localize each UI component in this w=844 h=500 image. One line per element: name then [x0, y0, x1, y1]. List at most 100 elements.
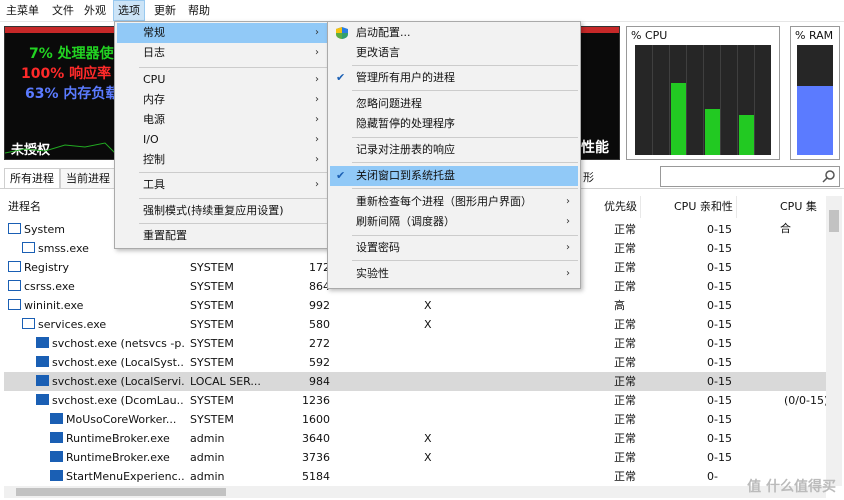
- table-row[interactable]: svchost.exe (LocalSyst... SYSTEM 592 正常 0-15: [4, 353, 826, 372]
- cell-set: [784, 410, 826, 429]
- menu-help[interactable]: 帮助: [184, 0, 214, 21]
- cell-user: SYSTEM: [190, 318, 234, 331]
- menu-item-log-registry[interactable]: 记录对注册表的响应: [330, 140, 578, 160]
- table-row[interactable]: RuntimeBroker.exe admin 3640 X 正常 0-15: [4, 429, 826, 448]
- menu-main[interactable]: 主菜单: [2, 0, 43, 21]
- cell-affinity: 0-15: [707, 261, 732, 274]
- menu-bar: 主菜单 文件 外观 选项 更新 帮助: [0, 0, 844, 22]
- cell-affinity: 0-15: [707, 337, 732, 350]
- menu-item-close-to-tray[interactable]: ✔ 关闭窗口到系统托盘: [330, 166, 578, 186]
- process-icon: [36, 394, 49, 405]
- search-input[interactable]: [660, 166, 840, 187]
- menu-item-recheck-gui[interactable]: 重新检查每个进程（图形用户界面） ›: [330, 192, 578, 212]
- process-name-cell: svchost.exe (LocalSyst...: [36, 353, 184, 372]
- menu-item-force-mode[interactable]: 强制模式(持续重复应用设置): [117, 201, 327, 221]
- process-name: wininit.exe: [24, 299, 84, 312]
- menu-item-manage-all-users[interactable]: ✔ 管理所有用户的进程: [330, 68, 578, 88]
- col-cpu-set[interactable]: CPU 集合: [780, 196, 826, 235]
- cell-c4: [424, 334, 444, 353]
- menu-options[interactable]: 选项: [113, 0, 145, 21]
- table-row[interactable]: StartMenuExperienc... admin 5184 正常 0-: [4, 467, 826, 486]
- menu-separator: [352, 235, 578, 236]
- menu-item-power[interactable]: 电源 ›: [117, 110, 327, 130]
- table-row[interactable]: RuntimeBroker.exe admin 3736 X 正常 0-15: [4, 448, 826, 467]
- menu-item-io[interactable]: I/O ›: [117, 130, 327, 150]
- cell-pid: 3640: [302, 432, 330, 445]
- menu-item-experimental[interactable]: 实验性 ›: [330, 264, 578, 284]
- cell-priority: 高: [614, 299, 625, 312]
- menu-item-cpu[interactable]: CPU ›: [117, 70, 327, 90]
- table-row[interactable]: svchost.exe (DcomLau... SYSTEM 1236 正常 0-15 (…: [4, 391, 826, 410]
- process-icon: [8, 223, 21, 234]
- menu-item-reset-config[interactable]: 重置配置: [117, 226, 327, 246]
- table-row[interactable]: svchost.exe (netsvcs -p... SYSTEM 272 正常 0-1…: [4, 334, 826, 353]
- cpu-usage-text: 7% 处理器使: [29, 46, 114, 62]
- hscroll-thumb[interactable]: [16, 488, 226, 496]
- menu-separator: [139, 198, 327, 199]
- cpu-bar: [705, 109, 720, 155]
- cell-affinity: 0-15: [707, 242, 732, 255]
- scroll-thumb[interactable]: [829, 210, 839, 232]
- vertical-scrollbar[interactable]: [826, 196, 842, 486]
- process-name: csrss.exe: [24, 280, 75, 293]
- menu-separator: [139, 172, 327, 173]
- process-icon: [50, 413, 63, 424]
- tab-all-processes[interactable]: 所有进程: [4, 168, 60, 188]
- cell-pid: 992: [309, 299, 330, 312]
- col-priority[interactable]: 优先级: [604, 196, 641, 218]
- menu-item-change-language[interactable]: 更改语言: [330, 43, 578, 63]
- cell-priority: 正常: [614, 432, 636, 445]
- cell-pid: 984: [309, 375, 330, 388]
- process-name: RuntimeBroker.exe: [66, 432, 170, 445]
- cell-affinity: 0-: [707, 470, 718, 483]
- menu-item-tools[interactable]: 工具 ›: [117, 175, 327, 195]
- menu-item-refresh-interval[interactable]: 刷新间隔（调度器） ›: [330, 212, 578, 232]
- ram-graph: % RAM: [790, 26, 840, 160]
- process-name: services.exe: [38, 318, 107, 331]
- options-menu: 常规 › 日志 › CPU › 内存 › 电源 › I/O › 控制 › 工具 › 强制模式(持…: [114, 21, 330, 249]
- process-name: svchost.exe (netsvcs -p...: [52, 337, 184, 350]
- horizontal-scrollbar[interactable]: [4, 486, 826, 498]
- tab-current-processes[interactable]: 当前进程: [60, 168, 116, 188]
- process-name-cell: StartMenuExperienc...: [50, 467, 184, 486]
- menu-item-hide-suspended[interactable]: 隐藏暂停的处理程序: [330, 114, 578, 134]
- cell-priority: 正常: [614, 337, 636, 350]
- cell-user: admin: [190, 451, 225, 464]
- menu-item-control[interactable]: 控制 ›: [117, 150, 327, 170]
- cell-c4: X: [424, 299, 432, 312]
- menu-item-ignore-problem[interactable]: 忽略问题进程: [330, 94, 578, 114]
- menu-update[interactable]: 更新: [150, 0, 180, 21]
- cell-affinity: 0-15: [707, 451, 732, 464]
- menu-item-log[interactable]: 日志 ›: [117, 43, 327, 63]
- cell-user: SYSTEM: [190, 261, 234, 274]
- cell-priority: 正常: [614, 280, 636, 293]
- menu-view[interactable]: 外观: [80, 0, 110, 21]
- process-name-cell: wininit.exe: [8, 296, 184, 315]
- menu-item-startup-config[interactable]: 启动配置...: [330, 23, 578, 43]
- table-row[interactable]: MoUsoCoreWorker... SYSTEM 1600 正常 0-15: [4, 410, 826, 429]
- menu-item-set-password[interactable]: 设置密码 ›: [330, 238, 578, 258]
- cell-user: LOCAL SER...: [190, 375, 261, 388]
- cell-pid: 592: [309, 356, 330, 369]
- cell-affinity: 0-15: [707, 280, 732, 293]
- cell-affinity: 0-15: [707, 223, 732, 236]
- table-row[interactable]: svchost.exe (LocalServi... LOCAL SER... 98…: [4, 372, 826, 391]
- tab-graph-fragment[interactable]: 形: [578, 168, 599, 187]
- shield-icon: [336, 27, 348, 39]
- search-icon[interactable]: [822, 169, 836, 183]
- table-row[interactable]: services.exe SYSTEM 580 X 正常 0-15: [4, 315, 826, 334]
- process-name-cell: svchost.exe (LocalServi...: [36, 372, 184, 391]
- cell-c4: [424, 372, 444, 391]
- chevron-right-icon: ›: [315, 154, 319, 165]
- cell-user: SYSTEM: [190, 394, 234, 407]
- cell-priority: 正常: [614, 375, 636, 388]
- menu-item-memory[interactable]: 内存 ›: [117, 90, 327, 110]
- table-row[interactable]: wininit.exe SYSTEM 992 X 高 0-15: [4, 296, 826, 315]
- chevron-right-icon: ›: [566, 196, 570, 207]
- col-cpu-affinity[interactable]: CPU 亲和性: [674, 196, 737, 218]
- cell-set: [784, 429, 826, 448]
- checkmark-icon: ✔: [336, 71, 346, 84]
- menu-item-general[interactable]: 常规 ›: [117, 23, 327, 43]
- menu-file[interactable]: 文件: [48, 0, 78, 21]
- cell-priority: 正常: [614, 356, 636, 369]
